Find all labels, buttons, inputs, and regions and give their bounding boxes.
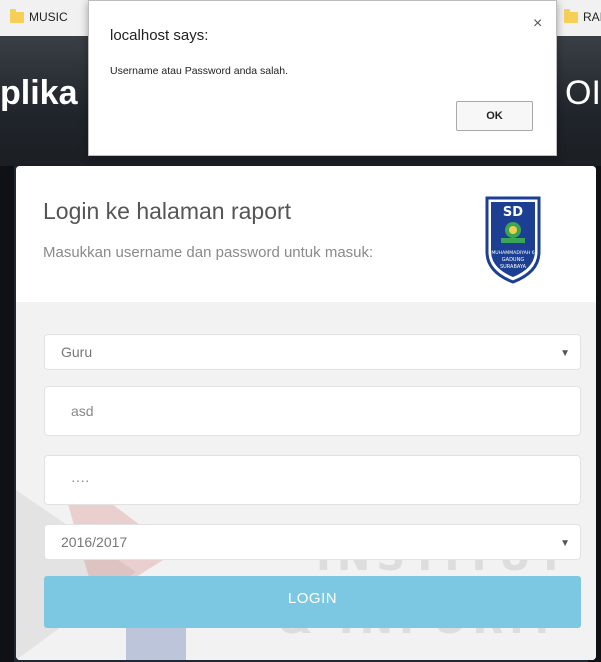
logo-sd-text: SD: [503, 205, 523, 220]
school-logo-icon: SD MUHAMMADIYAH 6 GADUNG SURABAYA: [485, 196, 541, 284]
login-card: Login ke halaman raport Masukkan usernam…: [16, 166, 596, 660]
username-value: asd: [71, 403, 94, 419]
logo-line2-text: SURABAYA: [500, 264, 527, 270]
alert-title: localhost says:: [110, 27, 209, 44]
close-icon[interactable]: ×: [533, 15, 542, 33]
app-title-left: plika: [0, 74, 78, 112]
bookmark-music[interactable]: MUSIC: [10, 8, 68, 24]
ok-button[interactable]: OK: [456, 101, 533, 131]
bookmark-rai[interactable]: RAI: [564, 8, 601, 24]
login-button[interactable]: LOGIN: [44, 576, 581, 628]
password-input[interactable]: ····: [44, 455, 581, 505]
password-value: ····: [71, 472, 90, 488]
folder-icon: [10, 8, 24, 23]
login-card-header: Login ke halaman raport Masukkan usernam…: [16, 166, 596, 302]
logo-arc-text: MUHAMMADIYAH 6: [491, 250, 534, 256]
login-heading: Login ke halaman raport: [43, 198, 292, 224]
app-title-right: OI: [565, 74, 601, 112]
chevron-down-icon: ▼: [560, 348, 570, 359]
bookmark-label: MUSIC: [29, 10, 68, 24]
role-select[interactable]: Guru ▼: [44, 334, 581, 370]
username-input[interactable]: asd: [44, 386, 581, 436]
role-select-value: Guru: [61, 344, 93, 360]
login-button-label: LOGIN: [287, 589, 338, 607]
alert-dialog: localhost says: × Username atau Password…: [88, 0, 557, 156]
login-subheading: Masukkan username dan password untuk mas…: [43, 244, 374, 261]
login-form: INSTITUT & INFORM Guru ▼ asd ···· 2016/2…: [16, 302, 596, 660]
year-select[interactable]: 2016/2017 ▼: [44, 524, 581, 560]
alert-message: Username atau Password anda salah.: [110, 65, 289, 77]
year-select-value: 2016/2017: [61, 534, 128, 550]
bookmark-label: RAI: [583, 10, 601, 24]
chevron-down-icon: ▼: [560, 538, 570, 549]
left-edge: [0, 166, 14, 662]
logo-line1-text: GADUNG: [502, 257, 525, 263]
folder-icon: [564, 8, 578, 23]
